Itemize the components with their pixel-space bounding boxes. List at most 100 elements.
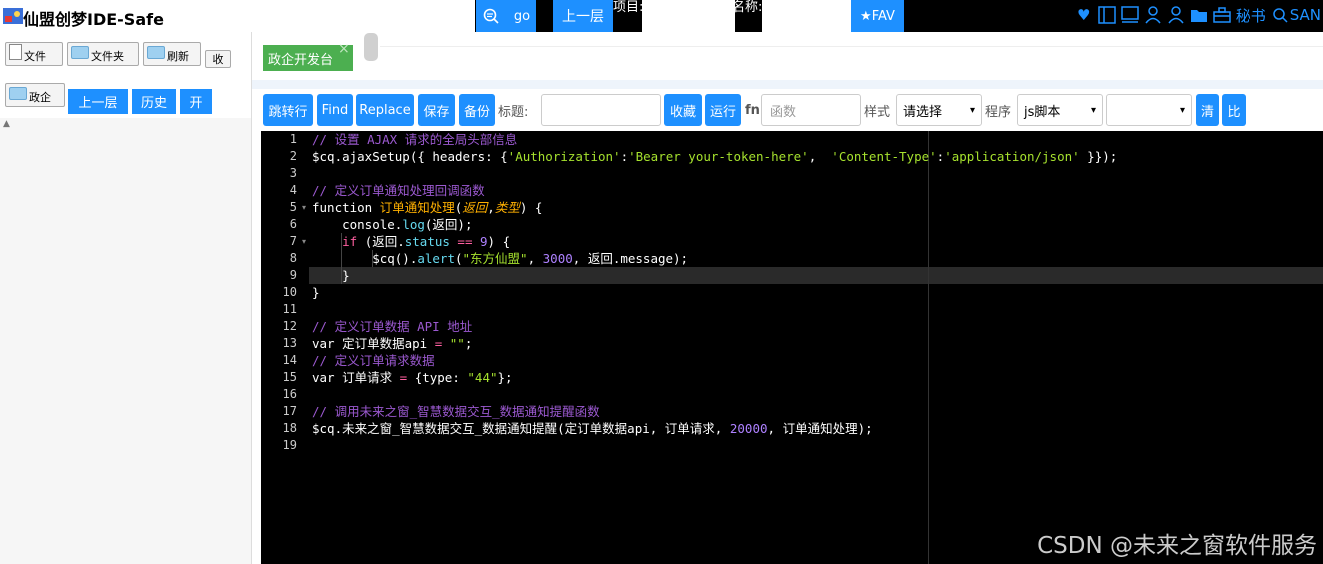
line-number: 1 bbox=[289, 132, 297, 146]
left-up-level-button[interactable]: 上一层 bbox=[68, 89, 128, 114]
code-comment: // 调用未来之窗_智慧数据交互_数据通知提醒函数 bbox=[312, 404, 600, 419]
folder-icon bbox=[71, 46, 89, 59]
line-number: 10 bbox=[282, 285, 297, 299]
extra-select[interactable]: ▾ bbox=[1106, 94, 1192, 126]
code-function-name: 订单通知处理 bbox=[379, 200, 455, 215]
up-level-button[interactable]: 上一层 bbox=[553, 0, 613, 32]
fold-arrow-icon[interactable]: ▾ bbox=[302, 199, 306, 216]
heart-icon[interactable]: ♥ bbox=[1075, 6, 1093, 24]
folder-icon bbox=[147, 46, 165, 59]
code-token: (返回. bbox=[357, 234, 405, 249]
program-select[interactable]: js脚本 ▾ bbox=[1017, 94, 1103, 126]
code-token: var 订单请求 bbox=[312, 370, 400, 385]
file-icon bbox=[9, 44, 22, 60]
tab-scroll-handle[interactable] bbox=[364, 33, 378, 61]
replace-button[interactable]: Replace bbox=[356, 94, 414, 126]
code-token: } bbox=[312, 285, 320, 300]
style-select[interactable]: 请选择 ▾ bbox=[896, 94, 982, 126]
code-token: , bbox=[808, 149, 832, 164]
search-icon[interactable] bbox=[1271, 6, 1289, 24]
code-token: , bbox=[527, 251, 543, 266]
code-keyword: function bbox=[312, 200, 380, 215]
code-comment: // 设置 AJAX 请求的全局头部信息 bbox=[312, 132, 518, 147]
code-token: : bbox=[620, 149, 629, 164]
chevron-down-icon: ▾ bbox=[1179, 104, 1185, 116]
favorite-button[interactable]: 收藏 bbox=[664, 94, 702, 126]
line-number: 11 bbox=[282, 302, 297, 316]
file-tree[interactable]: ▲ bbox=[0, 118, 251, 564]
code-string: 'application/json' bbox=[944, 149, 1080, 164]
zhengqi-folder-button[interactable]: 政企 bbox=[5, 83, 65, 107]
collapse-button[interactable]: 收 bbox=[205, 50, 231, 68]
layout-icon[interactable] bbox=[1097, 6, 1116, 24]
scroll-up-arrow-icon[interactable]: ▲ bbox=[3, 119, 10, 129]
app-logo: 仙盟创梦IDE-Safe bbox=[0, 0, 176, 32]
user-icon[interactable] bbox=[1167, 6, 1185, 24]
print-margin bbox=[928, 131, 929, 564]
line-number: 7 bbox=[289, 234, 297, 248]
fold-arrow-icon[interactable]: ▾ bbox=[302, 233, 306, 250]
new-file-button[interactable]: 文件 bbox=[5, 42, 63, 66]
code-line: // 定义订单通知处理回调函数 bbox=[312, 182, 485, 199]
project-label: 项目: bbox=[613, 0, 644, 15]
user-icon[interactable] bbox=[1144, 6, 1162, 24]
run-button[interactable]: 运行 bbox=[705, 94, 741, 126]
name-label: 名称: bbox=[732, 0, 763, 15]
folder-icon[interactable] bbox=[1190, 6, 1208, 24]
secretary-link[interactable]: 秘书 bbox=[1236, 5, 1266, 26]
save-button[interactable]: 保存 bbox=[418, 94, 455, 126]
jump-line-button[interactable]: 跳转行 bbox=[263, 94, 313, 126]
new-folder-button[interactable]: 文件夹 bbox=[67, 42, 139, 66]
program-select-value: js脚本 bbox=[1024, 104, 1061, 120]
app-title: 仙盟创梦IDE-Safe bbox=[23, 10, 164, 29]
search-input[interactable] bbox=[176, 0, 475, 32]
compare-button[interactable]: 比 bbox=[1222, 94, 1246, 126]
code-line: var 订单请求 = {type: "44"}; bbox=[312, 369, 513, 386]
code-number: 3000 bbox=[542, 251, 573, 266]
code-method: alert bbox=[417, 251, 455, 266]
go-button[interactable]: go bbox=[476, 0, 536, 32]
tab-close-icon[interactable]: × bbox=[338, 42, 352, 56]
folder-icon bbox=[9, 87, 27, 100]
active-line-highlight bbox=[261, 267, 1323, 284]
line-number: 4 bbox=[289, 183, 297, 197]
code-token: $cq(). bbox=[312, 251, 418, 266]
function-input[interactable]: 函数 bbox=[761, 94, 861, 126]
line-number: 12 bbox=[282, 319, 297, 333]
refresh-button[interactable]: 刷新 bbox=[143, 42, 201, 66]
backup-button[interactable]: 备份 bbox=[459, 94, 495, 126]
title-input[interactable] bbox=[541, 94, 661, 126]
code-token: } bbox=[312, 268, 350, 283]
clear-button[interactable]: 清 bbox=[1196, 94, 1219, 126]
code-line: var 定订单数据api = ""; bbox=[312, 335, 472, 352]
code-line: // 调用未来之窗_智慧数据交互_数据通知提醒函数 bbox=[312, 403, 600, 420]
line-number: 13 bbox=[282, 336, 297, 350]
code-string: "东方仙盟" bbox=[462, 251, 528, 266]
history-button[interactable]: 历史 bbox=[132, 89, 176, 114]
code-token: , bbox=[487, 200, 495, 215]
name-input[interactable] bbox=[762, 0, 854, 34]
line-gutter: 1 2 3 4 5 6 7 8 9 10 11 12 13 14 15 16 1… bbox=[261, 131, 309, 564]
find-button[interactable]: Find bbox=[317, 94, 353, 126]
new-folder-label: 文件夹 bbox=[91, 50, 124, 63]
code-number: 20000 bbox=[729, 421, 768, 436]
code-editor[interactable]: 1 2 3 4 5 6 7 8 9 10 11 12 13 14 15 16 1… bbox=[261, 131, 1323, 564]
code-property: status bbox=[404, 234, 450, 249]
search-list-icon bbox=[483, 8, 499, 24]
san-link[interactable]: SAN bbox=[1290, 6, 1321, 24]
line-number: 9 bbox=[289, 268, 297, 282]
code-string: 'Content-Type' bbox=[831, 149, 937, 164]
code-token: ( bbox=[455, 251, 463, 266]
chevron-down-icon: ▾ bbox=[1090, 104, 1096, 116]
toolbox-icon[interactable] bbox=[1212, 6, 1231, 24]
program-label: 程序 bbox=[985, 104, 1012, 120]
code-number: 9 bbox=[480, 234, 488, 249]
style-label: 样式 bbox=[864, 104, 891, 120]
open-button[interactable]: 开 bbox=[180, 89, 212, 114]
monitor-icon[interactable] bbox=[1120, 6, 1139, 24]
code-token: , 返回.message); bbox=[572, 251, 689, 266]
fav-button[interactable]: ★FAV bbox=[851, 0, 904, 32]
code-line: function 订单通知处理(返回,类型) { bbox=[312, 199, 542, 216]
project-input[interactable] bbox=[642, 0, 735, 34]
